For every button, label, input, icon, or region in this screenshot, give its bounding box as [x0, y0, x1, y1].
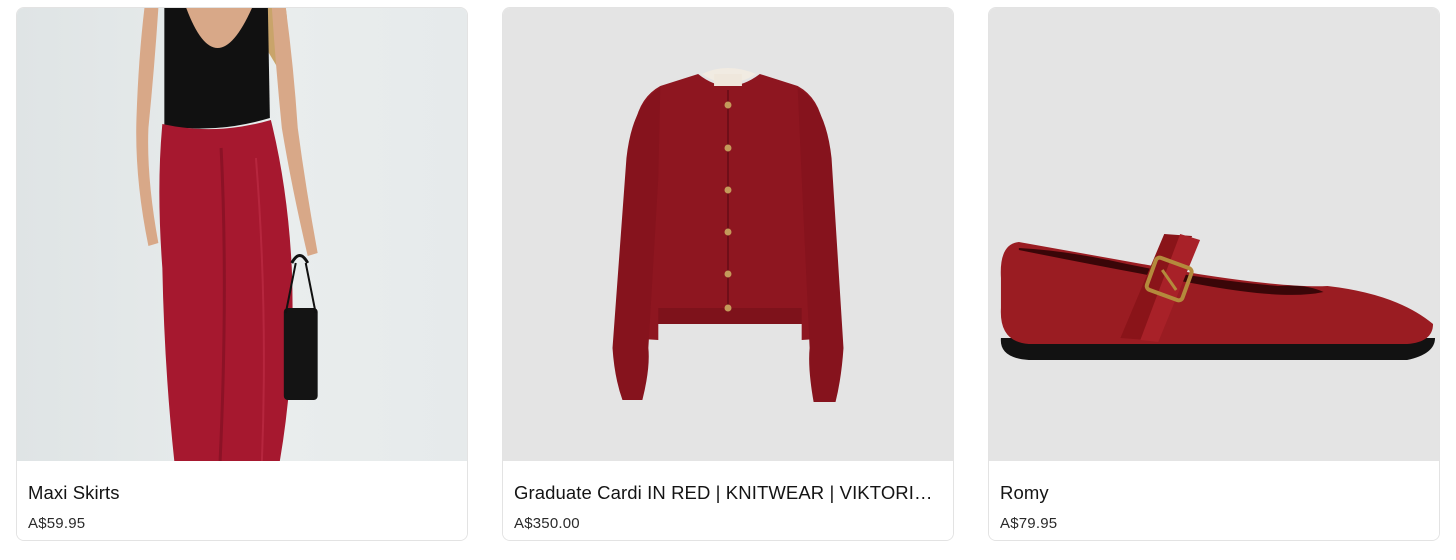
product-card[interactable]: Romy A$79.95 [988, 7, 1440, 541]
skirt-model-illustration [136, 8, 318, 461]
product-title[interactable]: Maxi Skirts [28, 482, 453, 504]
cardigan-illustration [612, 68, 844, 402]
shoe-illustration [1000, 234, 1436, 360]
product-grid: Maxi Skirts A$59.95 Graduate Cardi IN RE… [0, 0, 1456, 560]
product-title[interactable]: Graduate Cardi IN RED | KNITWEAR | VIKTO… [514, 482, 939, 504]
product-image-cardigan[interactable] [503, 8, 953, 461]
product-card[interactable]: Maxi Skirts A$59.95 [16, 7, 468, 541]
product-price: A$79.95 [1000, 515, 1058, 532]
product-image-shoe[interactable] [989, 8, 1439, 461]
product-price: A$350.00 [514, 515, 580, 532]
product-card[interactable]: Graduate Cardi IN RED | KNITWEAR | VIKTO… [502, 7, 954, 541]
product-price: A$59.95 [28, 515, 86, 532]
product-image-skirt[interactable] [17, 8, 467, 461]
product-info: Maxi Skirts A$59.95 [17, 461, 467, 540]
product-info: Romy A$79.95 [989, 461, 1439, 540]
product-title[interactable]: Romy [1000, 482, 1425, 504]
product-info: Graduate Cardi IN RED | KNITWEAR | VIKTO… [503, 461, 953, 540]
